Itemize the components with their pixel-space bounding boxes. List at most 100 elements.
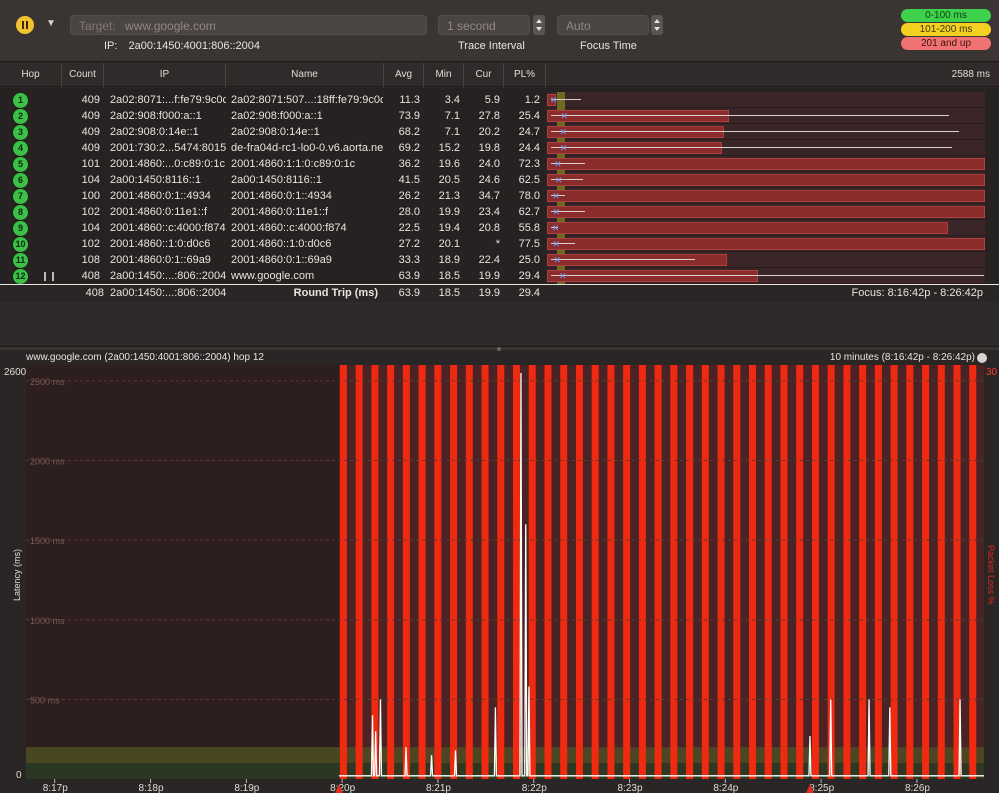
- cell-pl: 62.5: [518, 174, 540, 186]
- gridline-label: 500 ms: [30, 695, 60, 705]
- col-count[interactable]: Count: [62, 63, 104, 87]
- packet-loss-bar: [733, 365, 741, 779]
- graph-range[interactable]: 10 minutes (8:16:42p - 8:26:42p): [830, 351, 975, 365]
- cell-count: 409: [81, 94, 100, 106]
- cell-pl: 24.4: [518, 142, 540, 154]
- cell-count: 409: [81, 142, 100, 154]
- cell-min: 19.9: [438, 206, 460, 218]
- packet-loss-bar: [906, 365, 914, 779]
- cell-name: 2001:4860:0:1::69a9: [231, 254, 332, 266]
- table-row[interactable]: 12 408 2a00:1450:...:806::2004 www.google.c…: [0, 268, 999, 284]
- cell-name: 2a02:908:f000:a::1: [231, 110, 323, 122]
- cell-cur: 22.4: [478, 254, 500, 266]
- cell-avg: 28.0: [398, 206, 420, 218]
- graph-icon[interactable]: [44, 272, 54, 281]
- summary-cur: 19.9: [478, 287, 500, 299]
- col-cur[interactable]: Cur: [464, 63, 504, 87]
- focus-time-label: Focus Time: [580, 40, 637, 52]
- table-row[interactable]: 11 108 2001:4860:0:1::69a9 2001:4860:0:1::6…: [0, 252, 999, 268]
- col-ip[interactable]: IP: [104, 63, 226, 87]
- table-row[interactable]: 5 101 2001:4860:...0:c89:0:1c 2001:4860:1:1…: [0, 156, 999, 172]
- table-row[interactable]: 1 409 2a02:8071:...f:fe79:9c0c 2a02:8071:50…: [0, 92, 999, 108]
- hop-badge: 8: [13, 205, 28, 220]
- packet-loss-bar: [686, 365, 694, 779]
- table-row[interactable]: 8 102 2001:4860:0:11e1::f 2001:4860:0:11e1:…: [0, 204, 999, 220]
- cell-avg: 36.2: [398, 158, 420, 170]
- packet-loss-bar: [355, 365, 363, 779]
- packet-loss-bar: [670, 365, 678, 779]
- gridline-label: 2000 ms: [30, 457, 65, 467]
- cell-avg: 73.9: [398, 110, 420, 122]
- packet-loss-bar: [418, 365, 426, 779]
- cell-ip: 2a02:908:f000:a::1: [110, 110, 202, 122]
- cell-avg: 33.3: [398, 254, 420, 266]
- table-row[interactable]: 10 102 2001:4860::1:0:d0c6 2001:4860::1:0:d…: [0, 236, 999, 252]
- trace-interval-stepper[interactable]: [533, 15, 545, 35]
- summary-ip: 2a00:1450:...:806::2004: [110, 287, 226, 299]
- trace-interval-value: 1 second: [447, 19, 496, 33]
- focus-time-field[interactable]: Auto: [557, 15, 649, 35]
- gridline-label: 1000 ms: [30, 616, 65, 626]
- row-avg-marker: ✕: [555, 175, 563, 185]
- hop-table: 1 409 2a02:8071:...f:fe79:9c0c 2a02:8071:50…: [0, 88, 999, 288]
- latency-graph[interactable]: 2500 ms2000 ms1500 ms1000 ms500 ms 2600 …: [0, 365, 999, 793]
- row-avg-marker: ✕: [552, 191, 560, 201]
- x-tick-label: 8:19p: [234, 783, 259, 793]
- packet-loss-bar: [607, 365, 615, 779]
- summary-count: 408: [85, 287, 104, 299]
- summary-pl: 29.4: [518, 287, 540, 299]
- cell-cur: 19.9: [478, 270, 500, 282]
- good-band: [26, 763, 984, 779]
- target-field[interactable]: Target: www.google.com: [70, 15, 427, 35]
- hop-badge: 1: [13, 93, 28, 108]
- cell-pl: 25.0: [518, 254, 540, 266]
- cell-count: 104: [81, 174, 100, 186]
- focus-time-stepper[interactable]: [651, 15, 663, 35]
- target-label: Target:: [79, 19, 116, 33]
- row-avg-marker: ✕: [560, 111, 569, 121]
- table-row[interactable]: 7 100 2001:4860:0:1::4934 2001:4860:0:1::49…: [0, 188, 999, 204]
- col-hop[interactable]: Hop: [0, 63, 62, 87]
- col-name[interactable]: Name: [226, 63, 384, 87]
- packet-loss-bar: [339, 365, 347, 779]
- cell-ip: 2001:4860::1:0:d0c6: [110, 238, 211, 250]
- table-row[interactable]: 3 409 2a02:908:0:14e::1 2a02:908:0:14e::1 68…: [0, 124, 999, 140]
- cell-count: 101: [81, 158, 100, 170]
- table-row[interactable]: 4 409 2001:730:2...5474:8015 de-fra04d-rc1-…: [0, 140, 999, 156]
- legend-item: 101-200 ms: [901, 23, 991, 36]
- row-loss-bar: [547, 270, 759, 282]
- round-trip-summary: 408 2a00:1450:...:806::2004 Round Trip (…: [0, 284, 999, 301]
- split-divider[interactable]: [0, 346, 999, 351]
- col-min[interactable]: Min: [424, 63, 464, 87]
- row-avg-marker: ✕: [553, 255, 562, 265]
- cell-name: 2a02:908:0:14e::1: [231, 126, 320, 138]
- cell-pl: 25.4: [518, 110, 540, 122]
- table-header: Hop Count IP Name Avg Min Cur PL% 2588 m…: [0, 63, 999, 87]
- packet-loss-bar: [717, 365, 725, 779]
- target-input[interactable]: www.google.com: [125, 19, 216, 33]
- packet-loss-bar: [654, 365, 662, 779]
- cell-pl: 29.4: [518, 270, 540, 282]
- cell-ip: 2001:4860:...0:c89:0:1c: [110, 158, 225, 170]
- row-good-band: [557, 92, 565, 108]
- col-avg[interactable]: Avg: [384, 63, 424, 87]
- cell-avg: 22.5: [398, 222, 420, 234]
- pause-icon[interactable]: [16, 16, 34, 34]
- packet-loss-bar: [387, 365, 395, 779]
- table-row[interactable]: 9 104 2001:4860::c:4000:f874 2001:4860::c:4…: [0, 220, 999, 236]
- x-tick-label: 8:22p: [522, 783, 547, 793]
- packet-loss-bar: [749, 365, 757, 779]
- cell-count: 409: [81, 126, 100, 138]
- cell-count: 100: [81, 190, 100, 202]
- cell-pl: 24.7: [518, 126, 540, 138]
- chevron-down-icon[interactable]: ▼: [44, 16, 58, 32]
- col-pl[interactable]: PL%: [504, 63, 546, 87]
- trace-interval-field[interactable]: 1 second: [438, 15, 530, 35]
- table-row[interactable]: 2 409 2a02:908:f000:a::1 2a02:908:f000:a::1…: [0, 108, 999, 124]
- cell-name: 2001:4860:0:1::4934: [231, 190, 332, 202]
- packet-loss-bar: [796, 365, 804, 779]
- chevron-down-icon[interactable]: [977, 353, 987, 363]
- warn-band: [26, 747, 984, 764]
- table-row[interactable]: 6 104 2a00:1450:8116::1 2a00:1450:8116::1 41…: [0, 172, 999, 188]
- y-bottom-label: 0: [16, 770, 22, 781]
